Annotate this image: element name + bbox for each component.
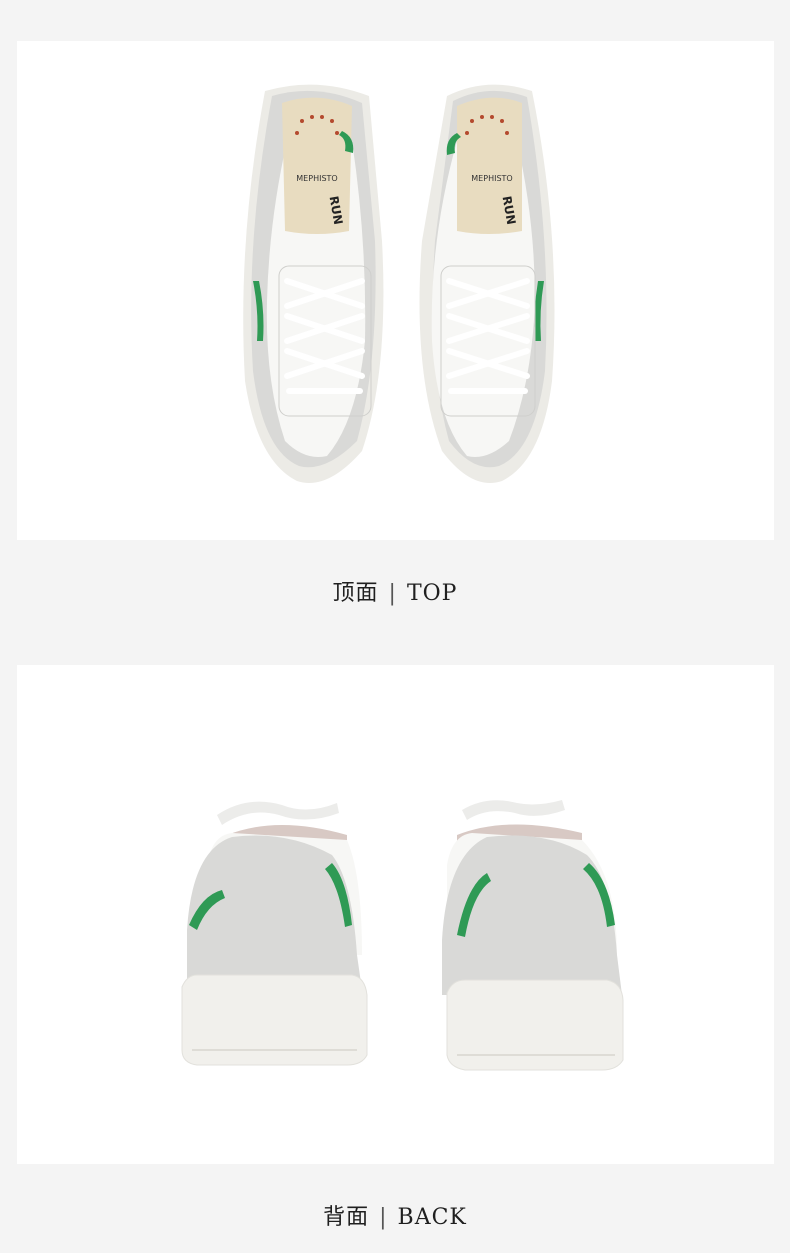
top-caption-en: TOP [406, 581, 458, 606]
back-view-image [17, 665, 774, 1164]
top-caption-cn: 顶面 [332, 581, 379, 606]
back-view-shoes [181, 800, 624, 1071]
right-shoe-top: MEPHISTO RUN [419, 84, 555, 484]
top-view-image: MEPHISTO RUN MEPHISTO RUN [17, 41, 774, 540]
caption-separator-back: | [379, 1205, 388, 1230]
insole-brand-text-right: MEPHISTO [471, 174, 512, 183]
back-caption: 背面 | BACK [0, 1199, 790, 1231]
top-view-shoes: MEPHISTO RUN MEPHISTO RUN [243, 84, 555, 484]
back-caption-cn: 背面 [323, 1205, 370, 1230]
caption-separator: | [388, 581, 397, 606]
left-shoe-top: MEPHISTO RUN [243, 84, 384, 484]
insole-brand-text: MEPHISTO [296, 174, 337, 183]
right-shoe-back [442, 800, 624, 1071]
left-shoe-back [181, 801, 368, 1066]
top-caption: 顶面 | TOP [0, 575, 790, 607]
back-caption-en: BACK [397, 1205, 467, 1230]
